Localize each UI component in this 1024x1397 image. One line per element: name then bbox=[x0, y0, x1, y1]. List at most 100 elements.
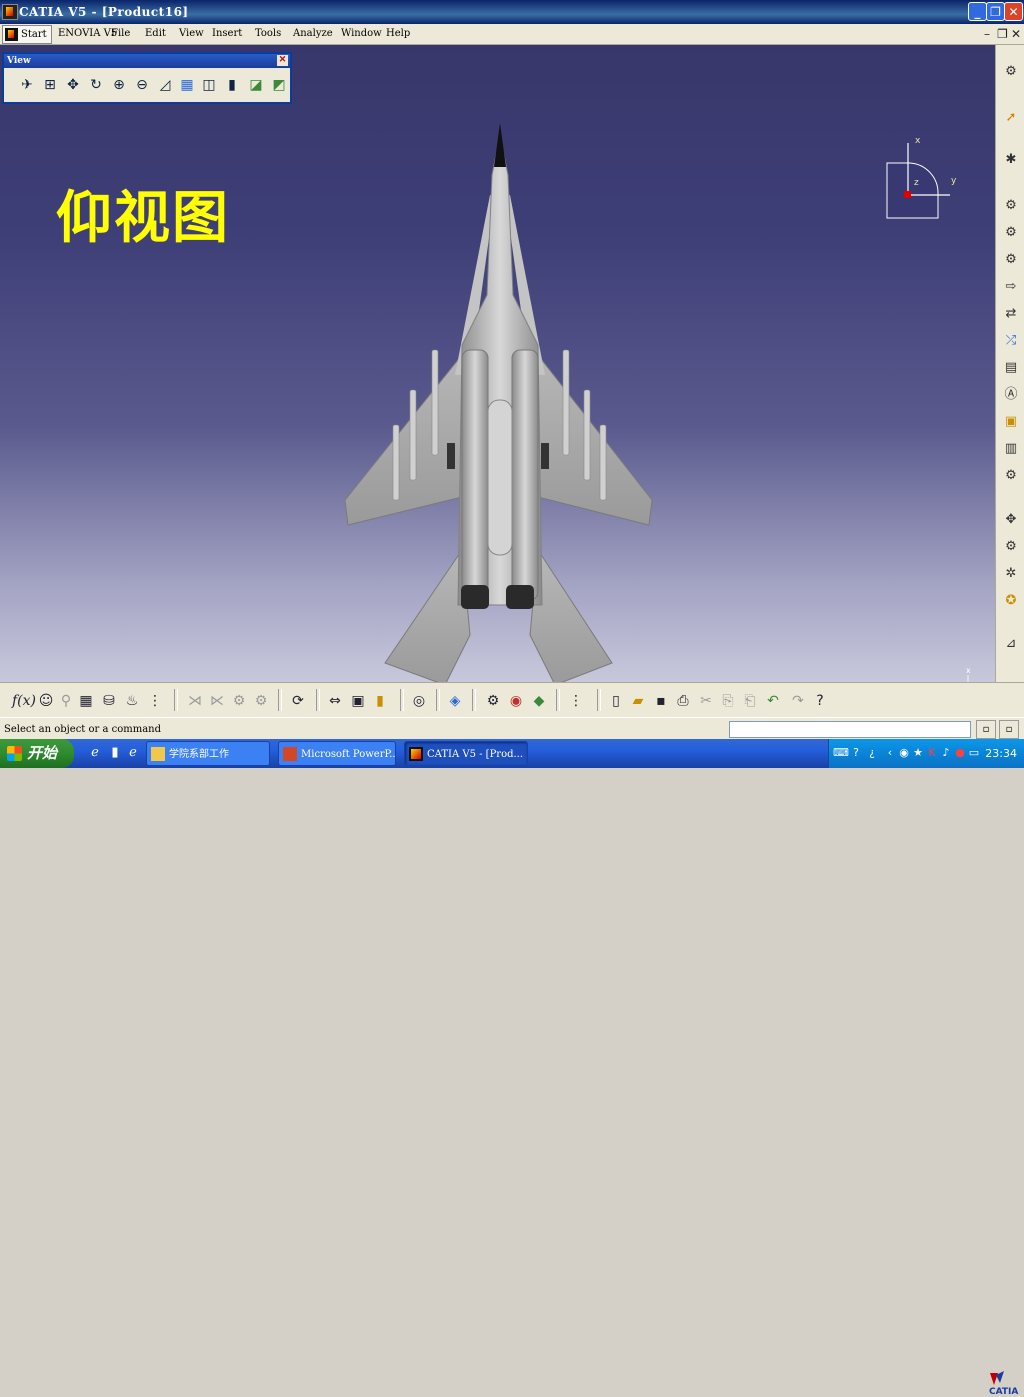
network-icon[interactable]: ◉ bbox=[897, 745, 911, 761]
doc-restore-button[interactable]: ❐ bbox=[997, 27, 1008, 41]
manage-representations-icon[interactable]: ▣ bbox=[1001, 413, 1021, 431]
constraint-icon[interactable]: ⊿ bbox=[1001, 635, 1021, 653]
apply-material-icon[interactable]: ◎ bbox=[409, 691, 429, 711]
new-product-icon[interactable]: ⚙ bbox=[1001, 224, 1021, 242]
constraint-coincidence-icon[interactable]: ⋊ bbox=[185, 691, 205, 711]
render-style-icon[interactable]: ▮ bbox=[223, 76, 241, 94]
doc-minimize-button[interactable]: – bbox=[984, 27, 990, 41]
snap-icon[interactable]: ⚙ bbox=[1001, 538, 1021, 556]
input-method-icon[interactable]: ¿ bbox=[865, 745, 879, 761]
menu-help[interactable]: Help bbox=[386, 28, 410, 39]
menu-tools[interactable]: Tools bbox=[255, 28, 281, 39]
catia-app-icon[interactable] bbox=[2, 4, 18, 20]
media-icon[interactable]: ▮ bbox=[106, 744, 124, 762]
render-icon[interactable]: ◆ bbox=[529, 691, 549, 711]
save-icon[interactable]: ▪ bbox=[651, 691, 671, 711]
new-part-icon[interactable]: ⚙ bbox=[1001, 251, 1021, 269]
star-tray-icon[interactable]: ★ bbox=[911, 745, 925, 761]
swap-space-icon[interactable]: ◩ bbox=[270, 76, 288, 94]
minimize-button[interactable]: _ bbox=[968, 2, 987, 21]
view-toolbar-header[interactable]: View ✕ bbox=[4, 54, 290, 68]
copy-icon[interactable]: ⎘ bbox=[718, 691, 738, 711]
task-powerpoint[interactable]: Microsoft PowerP... bbox=[278, 741, 396, 766]
update-icon[interactable]: ⟳ bbox=[288, 691, 308, 711]
law-icon[interactable]: ▦ bbox=[76, 691, 96, 711]
menu-start[interactable]: Start bbox=[2, 25, 52, 44]
photo-studio-icon[interactable]: ◉ bbox=[506, 691, 526, 711]
component-icon[interactable]: ✱ bbox=[1001, 151, 1021, 169]
ie-icon[interactable]: ℯ bbox=[86, 744, 104, 762]
scan-icon[interactable]: ⋮ bbox=[145, 691, 165, 711]
generate-numbering-icon[interactable]: ▤ bbox=[1001, 359, 1021, 377]
whats-this-icon[interactable]: ? bbox=[810, 691, 830, 711]
select-arrow-icon[interactable]: ➚ bbox=[1001, 109, 1021, 127]
maximize-button[interactable]: ❐ bbox=[986, 2, 1005, 21]
product-structure-icon[interactable]: ⚙ bbox=[1001, 63, 1021, 81]
multi-instantiation-icon[interactable]: ▥ bbox=[1001, 440, 1021, 458]
snapshot-icon[interactable]: ⚙ bbox=[483, 691, 503, 711]
knowledge-advisor-icon[interactable]: ☺ bbox=[36, 691, 56, 711]
design-table-icon[interactable]: ⚲ bbox=[56, 691, 76, 711]
menu-enovia[interactable]: ENOVIA V5 bbox=[58, 28, 117, 39]
aircraft-model[interactable] bbox=[0, 45, 995, 682]
existing-component-icon[interactable]: ⇨ bbox=[1001, 278, 1021, 296]
task-catia[interactable]: CATIA V5 - [Prod... bbox=[404, 741, 528, 766]
view-toolbar-close-icon[interactable]: ✕ bbox=[277, 55, 288, 66]
explode-icon[interactable]: ✲ bbox=[1001, 565, 1021, 583]
catalog-icon[interactable]: ◈ bbox=[445, 691, 465, 711]
task-folder[interactable]: 学院系部工作 bbox=[146, 741, 270, 766]
formula-icon[interactable]: f(x) bbox=[12, 691, 36, 711]
selective-load-icon[interactable]: Ⓐ bbox=[1001, 386, 1021, 404]
stop-manipulate-icon[interactable]: ✪ bbox=[1001, 592, 1021, 610]
constraint-offset-icon[interactable]: ⚙ bbox=[229, 691, 249, 711]
security-icon[interactable]: ● bbox=[953, 745, 967, 761]
view-toolbar[interactable]: View ✕ ✈ ⊞ ✥ ↻ ⊕ ⊖ ◿ ▦ ◫ ▮ ◪ ◩ bbox=[2, 52, 292, 104]
tree-expansion-icon[interactable]: ⋮ bbox=[566, 691, 586, 711]
distance-band-icon[interactable]: ▮ bbox=[370, 691, 390, 711]
clash-icon[interactable]: ⇔ bbox=[325, 691, 345, 711]
paste-icon[interactable]: ⎗ bbox=[740, 691, 760, 711]
undo-icon[interactable]: ↶ bbox=[763, 691, 783, 711]
keyboard-icon[interactable]: ⌨ bbox=[833, 745, 849, 761]
help-tray-icon[interactable]: ? bbox=[849, 745, 863, 761]
close-button[interactable]: ✕ bbox=[1004, 2, 1023, 21]
multi-view-icon[interactable]: ▦ bbox=[178, 76, 196, 94]
status-button-2[interactable]: ▫ bbox=[999, 720, 1019, 739]
volume-icon[interactable]: ♪ bbox=[939, 745, 953, 761]
redo-icon[interactable]: ↷ bbox=[788, 691, 808, 711]
zoom-out-icon[interactable]: ⊖ bbox=[133, 76, 151, 94]
graph-tree-reorder-icon[interactable]: ⤮ bbox=[1001, 332, 1021, 350]
start-button[interactable]: 开始 bbox=[0, 739, 74, 768]
normal-view-icon[interactable]: ◿ bbox=[156, 76, 174, 94]
constraint-angle-icon[interactable]: ⚙ bbox=[251, 691, 271, 711]
fast-multi-instantiation-icon[interactable]: ⚙ bbox=[1001, 467, 1021, 485]
menu-file[interactable]: File bbox=[111, 28, 130, 39]
zoom-in-icon[interactable]: ⊕ bbox=[110, 76, 128, 94]
fly-mode-icon[interactable]: ✈ bbox=[18, 76, 36, 94]
power-input-field[interactable] bbox=[729, 721, 971, 738]
arrow-tray-icon[interactable]: ‹ bbox=[883, 745, 897, 761]
3d-viewport[interactable]: 仰视图 x y z x y bbox=[0, 45, 995, 682]
replace-component-icon[interactable]: ⇄ bbox=[1001, 305, 1021, 323]
menu-window[interactable]: Window bbox=[341, 28, 382, 39]
doc-close-button[interactable]: ✕ bbox=[1011, 27, 1021, 41]
measure-icon[interactable]: ♨ bbox=[122, 691, 142, 711]
rotate-icon[interactable]: ↻ bbox=[87, 76, 105, 94]
open-icon[interactable]: ▰ bbox=[628, 691, 648, 711]
constraint-contact-icon[interactable]: ⋉ bbox=[207, 691, 227, 711]
sectioning-icon[interactable]: ▣ bbox=[348, 691, 368, 711]
fit-all-icon[interactable]: ⊞ bbox=[41, 76, 59, 94]
catalog-browser-icon[interactable]: ⛁ bbox=[99, 691, 119, 711]
menu-analyze[interactable]: Analyze bbox=[293, 28, 333, 39]
pan-icon[interactable]: ✥ bbox=[64, 76, 82, 94]
menu-insert[interactable]: Insert bbox=[212, 28, 242, 39]
menu-edit[interactable]: Edit bbox=[145, 28, 166, 39]
cut-icon[interactable]: ✂ bbox=[696, 691, 716, 711]
ie-quicklaunch-icon[interactable]: ℯ bbox=[124, 744, 142, 762]
quick-view-icon[interactable]: ◫ bbox=[200, 76, 218, 94]
antivirus-icon[interactable]: K bbox=[925, 745, 939, 761]
print-icon[interactable]: ⎙ bbox=[673, 691, 693, 711]
manipulation-icon[interactable]: ✥ bbox=[1001, 511, 1021, 529]
menu-view[interactable]: View bbox=[179, 28, 204, 39]
display-icon[interactable]: ▭ bbox=[967, 745, 981, 761]
